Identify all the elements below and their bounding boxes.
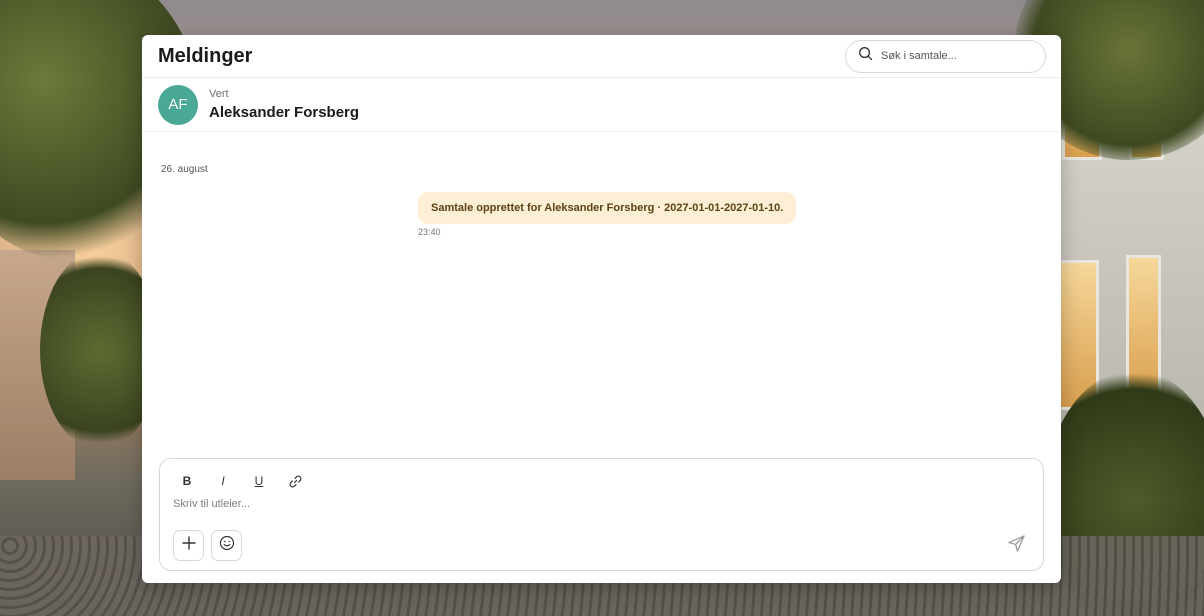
messages-panel: Meldinger AF Vert Aleksander Forsberg 26…: [142, 35, 1061, 583]
date-separator: 26. august: [161, 164, 208, 175]
bold-button[interactable]: B: [178, 473, 196, 489]
avatar: AF: [158, 84, 198, 125]
message-composer: B I U: [159, 458, 1044, 571]
message-timestamp: 23:40: [418, 227, 441, 237]
search-icon: [858, 46, 873, 66]
message-input[interactable]: [173, 498, 873, 518]
contact-role: Vert: [209, 88, 229, 100]
send-button[interactable]: [1005, 535, 1027, 557]
contact-name: Aleksander Forsberg: [209, 104, 360, 121]
plus-icon: [181, 536, 196, 555]
italic-button[interactable]: I: [214, 473, 232, 489]
message-list: 26. august Samtale opprettet for Aleksan…: [142, 132, 1061, 457]
emoji-button[interactable]: [211, 530, 242, 561]
system-message-bubble: Samtale opprettet for Aleksander Forsber…: [418, 192, 797, 224]
search-box[interactable]: [845, 39, 1046, 73]
panel-header: Meldinger: [142, 35, 1061, 78]
send-icon: [1007, 534, 1026, 558]
attach-button[interactable]: [173, 530, 204, 561]
search-input[interactable]: [881, 50, 1031, 62]
smiley-icon: [219, 535, 235, 556]
link-icon[interactable]: [286, 473, 304, 489]
formatting-toolbar: B I U: [160, 459, 1043, 489]
underline-button[interactable]: U: [250, 473, 268, 489]
page-title: Meldinger: [158, 44, 253, 67]
conversation-header: AF Vert Aleksander Forsberg: [142, 78, 1061, 132]
